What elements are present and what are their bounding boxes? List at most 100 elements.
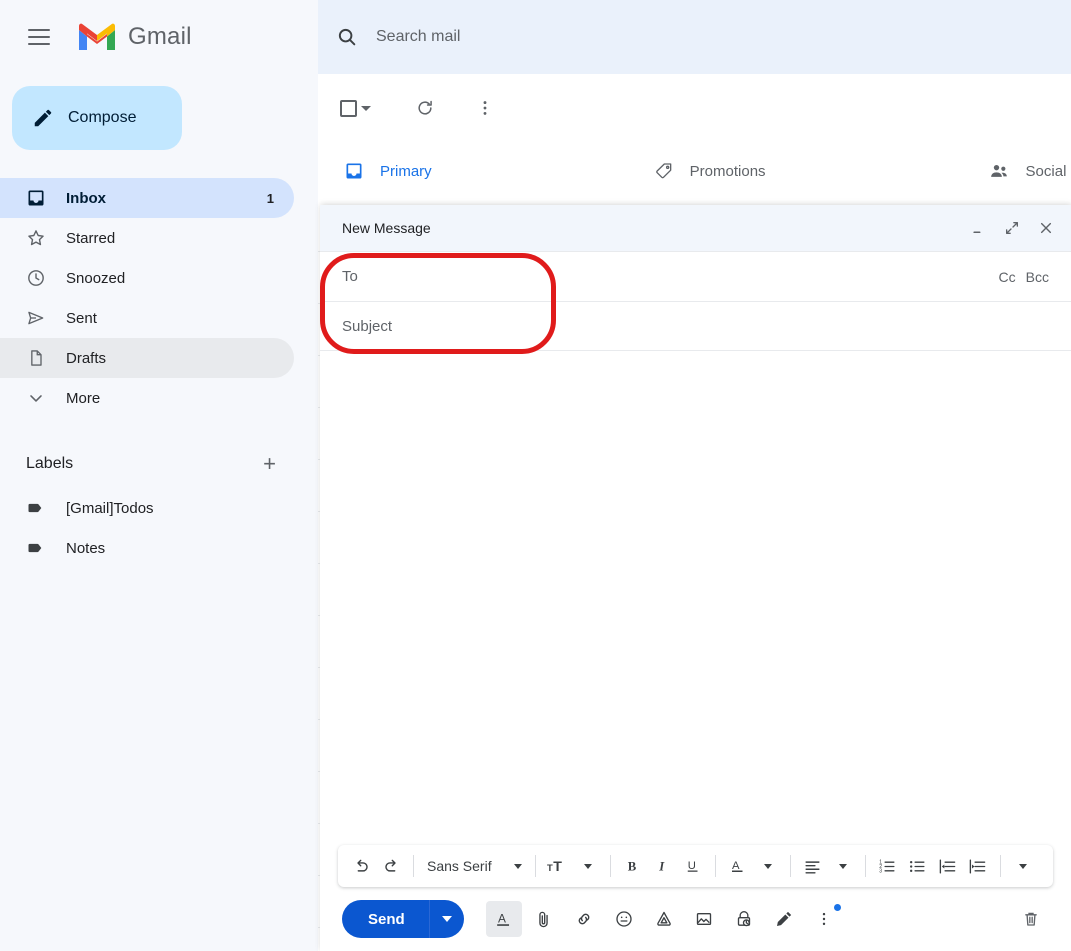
label-tag-icon (26, 498, 46, 518)
brand-text: Gmail (128, 23, 192, 50)
font-family-select[interactable]: Sans Serif (421, 858, 528, 874)
sidebar-item-starred[interactable]: Starred (0, 218, 294, 258)
hamburger-icon[interactable] (22, 20, 56, 54)
brand-bar: Gmail (0, 0, 318, 74)
tab-primary[interactable]: Primary (344, 142, 432, 200)
attach-file-icon[interactable] (526, 901, 562, 937)
format-more-caret[interactable] (1008, 849, 1038, 883)
checkbox-icon[interactable] (340, 99, 357, 117)
more-vertical-icon[interactable] (465, 88, 505, 128)
select-all-checkbox[interactable] (340, 99, 371, 117)
italic-button[interactable]: I (648, 849, 678, 883)
sidebar-item-sent[interactable]: Sent (0, 298, 294, 338)
svg-text:T: T (547, 862, 553, 873)
font-size-caret[interactable] (573, 849, 603, 883)
more-options-icon[interactable] (806, 901, 842, 937)
compose-button-label: Compose (68, 109, 137, 126)
bulleted-list-icon[interactable] (903, 849, 933, 883)
send-icon (26, 308, 46, 328)
tab-social[interactable]: Social (988, 142, 1066, 200)
compose-send-bar: Send A (320, 887, 1071, 951)
gmail-logo[interactable]: Gmail (76, 21, 192, 53)
inbox-icon (344, 161, 364, 181)
search-icon[interactable] (336, 26, 358, 48)
sidebar-item-snoozed[interactable]: Snoozed (0, 258, 294, 298)
subject-input[interactable]: Subject (342, 318, 392, 335)
font-family-value: Sans Serif (427, 858, 492, 874)
to-input[interactable]: To (342, 268, 358, 285)
compose-window-header[interactable]: New Message (320, 205, 1071, 252)
sidebar-label-text: [Gmail]Todos (66, 499, 154, 517)
text-color-caret[interactable] (753, 849, 783, 883)
category-tabs: Primary Promotions Social (318, 142, 1071, 200)
compose-window: New Message To Cc Bcc Subject Sans Serif… (320, 205, 1071, 951)
close-icon[interactable] (1033, 215, 1059, 241)
cc-bcc-group: Cc Bcc (999, 269, 1049, 285)
search-bar[interactable]: Search mail (318, 0, 1071, 74)
sidebar-label-notes[interactable]: Notes (0, 528, 294, 568)
format-text-icon[interactable]: A (485, 901, 522, 937)
star-icon (26, 228, 46, 248)
to-field-row[interactable]: To Cc Bcc (320, 252, 1071, 302)
font-size-button[interactable]: T T (543, 849, 573, 883)
labels-header: Labels + (0, 446, 318, 482)
list-toolbar (318, 74, 1071, 142)
align-left-icon[interactable] (798, 849, 828, 883)
label-tag-icon (26, 538, 46, 558)
sidebar-item-label: Snoozed (66, 269, 126, 287)
redo-icon[interactable] (376, 849, 406, 883)
numbered-list-icon[interactable]: 1 2 3 (873, 849, 903, 883)
labels-list: [Gmail]Todos Notes (0, 488, 318, 568)
clock-icon (26, 268, 46, 288)
underline-button[interactable]: U (678, 849, 708, 883)
minimize-icon[interactable] (965, 215, 991, 241)
indent-less-icon[interactable] (933, 849, 963, 883)
gmail-app: Gmail Compose Inbox 1 Starred Snoozed Se… (0, 0, 1071, 951)
send-options-chevron-down-icon[interactable] (430, 900, 464, 938)
subject-field-row[interactable]: Subject (320, 302, 1071, 351)
tab-promotions[interactable]: Promotions (654, 142, 766, 200)
expand-icon[interactable] (999, 215, 1025, 241)
insert-signature-icon[interactable] (766, 901, 802, 937)
insert-link-icon[interactable] (566, 901, 602, 937)
sidebar-item-label: Inbox (66, 189, 106, 207)
sidebar-item-more[interactable]: More (0, 378, 294, 418)
text-color-button[interactable]: A (723, 849, 753, 883)
bcc-button[interactable]: Bcc (1026, 269, 1049, 285)
toolbar-divider (609, 855, 611, 877)
refresh-icon[interactable] (405, 88, 445, 128)
plus-icon[interactable]: + (263, 453, 276, 475)
bold-button[interactable]: B (618, 849, 648, 883)
sidebar-item-label: Sent (66, 309, 97, 327)
svg-text:U: U (687, 860, 695, 872)
indent-more-icon[interactable] (963, 849, 993, 883)
compose-window-title: New Message (342, 220, 431, 236)
message-body-input[interactable] (320, 351, 1071, 845)
sidebar-item-label: More (66, 389, 101, 407)
document-icon (26, 348, 46, 368)
insert-emoji-icon[interactable] (606, 901, 642, 937)
format-toolbar: Sans Serif T T B I U A 1 2 3 (338, 845, 1053, 887)
compose-button[interactable]: Compose (12, 86, 182, 150)
send-button[interactable]: Send (342, 900, 464, 938)
chevron-down-icon[interactable] (361, 105, 371, 111)
undo-icon[interactable] (346, 849, 376, 883)
chevron-down-icon (26, 388, 46, 408)
align-caret[interactable] (828, 849, 858, 883)
toolbar-divider (714, 855, 716, 877)
main-area: Search mail Primary Promotions Social Ne… (318, 0, 1071, 951)
cc-button[interactable]: Cc (999, 269, 1016, 285)
sidebar-label-gmail-todos[interactable]: [Gmail]Todos (0, 488, 294, 528)
sidebar-label-text: Notes (66, 539, 106, 557)
tab-label: Promotions (689, 162, 766, 180)
svg-text:I: I (658, 860, 665, 874)
confidential-mode-icon[interactable] (726, 901, 762, 937)
inbox-icon (26, 188, 46, 208)
insert-drive-icon[interactable] (646, 901, 682, 937)
search-input[interactable]: Search mail (376, 28, 460, 46)
people-icon (988, 161, 1010, 181)
sidebar-item-inbox[interactable]: Inbox 1 (0, 178, 294, 218)
discard-draft-button[interactable] (1013, 901, 1049, 937)
sidebar-item-drafts[interactable]: Drafts (0, 338, 294, 378)
insert-photo-icon[interactable] (686, 901, 722, 937)
